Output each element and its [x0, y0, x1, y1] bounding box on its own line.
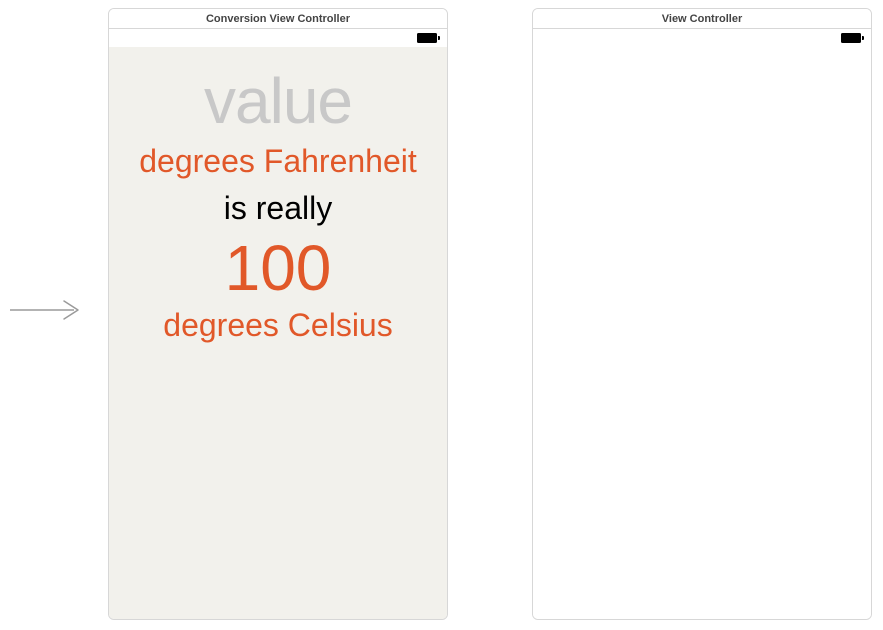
- view-controller-scene[interactable]: View Controller: [532, 8, 872, 620]
- scene-title-bar[interactable]: View Controller: [533, 9, 871, 29]
- status-bar: [109, 29, 447, 47]
- fahrenheit-unit-label: degrees Fahrenheit: [109, 143, 447, 180]
- is-really-label: is really: [109, 190, 447, 227]
- scene-title-bar[interactable]: Conversion View Controller: [109, 9, 447, 29]
- celsius-value-label: 100: [109, 233, 447, 303]
- conversion-content-view: value degrees Fahrenheit is really 100 d…: [109, 47, 447, 619]
- initial-controller-arrow-icon: [8, 298, 88, 322]
- scene-title: Conversion View Controller: [206, 13, 350, 25]
- status-bar: [533, 29, 871, 47]
- fahrenheit-value-input[interactable]: value: [109, 69, 447, 133]
- battery-icon: [841, 33, 865, 43]
- battery-icon: [417, 33, 441, 43]
- celsius-unit-label: degrees Celsius: [109, 307, 447, 344]
- conversion-view-controller-scene[interactable]: Conversion View Controller value degrees…: [108, 8, 448, 620]
- blank-content-view: [533, 47, 871, 619]
- scene-title: View Controller: [662, 13, 742, 25]
